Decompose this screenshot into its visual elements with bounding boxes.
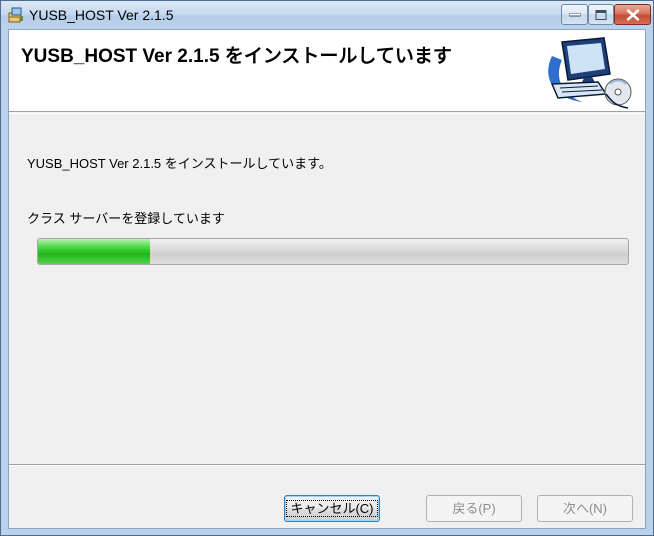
header-banner: YUSB_HOST Ver 2.1.5 をインストールしています [9, 30, 645, 112]
install-progress-bar [37, 238, 629, 265]
progress-fill [38, 239, 151, 264]
installer-window: YUSB_HOST Ver 2.1.5 YUSB_HOST Ver 2.1.5 … [0, 0, 654, 536]
computer-cd-icon [548, 37, 632, 109]
installer-client-area: YUSB_HOST Ver 2.1.5 をインストールしています YUSB_HO… [8, 29, 646, 529]
install-status-text: YUSB_HOST Ver 2.1.5 をインストールしています。 [27, 156, 332, 171]
current-action-text: クラス サーバーを登録しています [27, 211, 225, 226]
cancel-button[interactable]: キャンセル(C) [284, 495, 380, 522]
back-button-label: 戻る(P) [452, 501, 496, 516]
maximize-button[interactable] [588, 4, 614, 25]
window-title: YUSB_HOST Ver 2.1.5 [29, 7, 174, 23]
next-button[interactable]: 次へ(N) [537, 495, 633, 522]
next-button-label: 次へ(N) [562, 501, 608, 516]
minimize-icon [569, 12, 580, 16]
back-button[interactable]: 戻る(P) [426, 495, 522, 522]
title-bar[interactable]: YUSB_HOST Ver 2.1.5 [1, 1, 653, 29]
close-button[interactable] [614, 4, 651, 25]
cancel-button-label: キャンセル(C) [286, 500, 378, 517]
banner-title: YUSB_HOST Ver 2.1.5 をインストールしています [21, 46, 452, 67]
banner-divider [9, 113, 645, 114]
close-icon [626, 9, 639, 20]
installer-app-icon [7, 6, 25, 24]
maximize-icon [595, 9, 607, 20]
minimize-button[interactable] [561, 4, 588, 25]
